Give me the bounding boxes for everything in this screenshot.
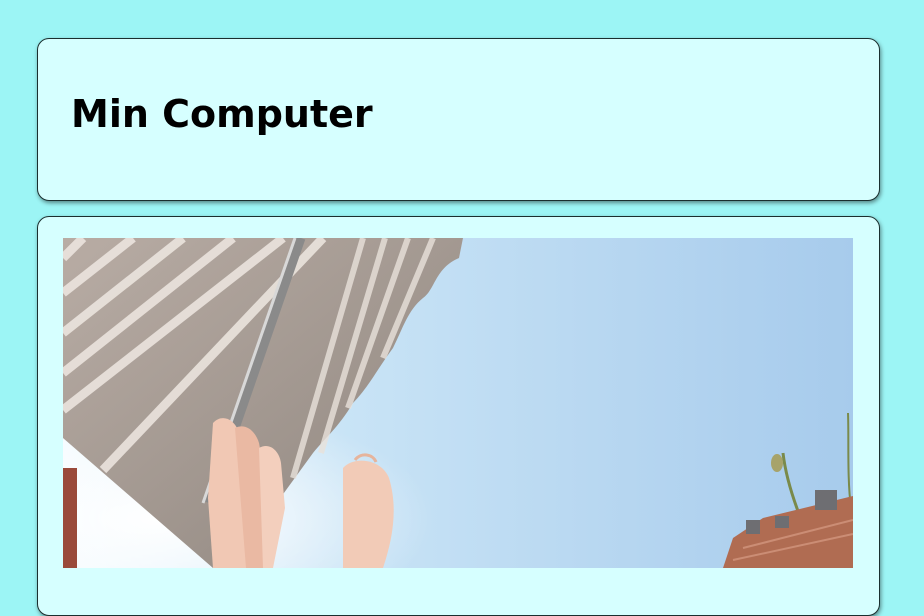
photo-image: [63, 238, 853, 568]
header-card: Min Computer: [37, 38, 880, 201]
photo-illustration: [63, 238, 853, 568]
page-title: Min Computer: [71, 92, 373, 136]
photo-card: [37, 216, 880, 616]
